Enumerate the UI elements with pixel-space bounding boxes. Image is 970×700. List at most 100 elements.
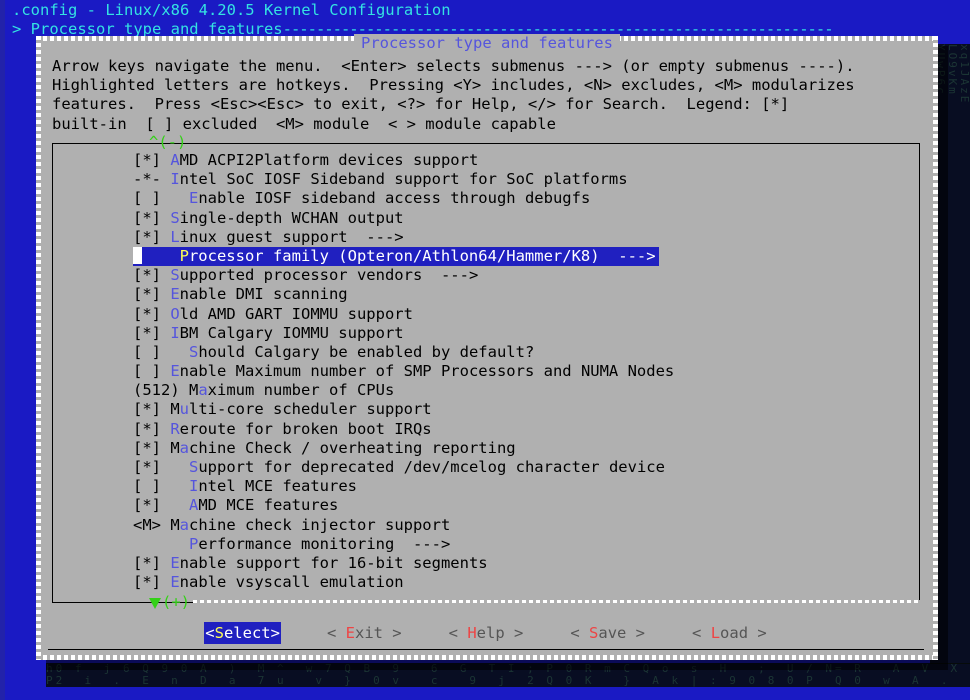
menu-item-content: [ ] Intel MCE features xyxy=(133,477,357,496)
menu-item[interactable]: (512) Maximum number of CPUs xyxy=(53,381,919,400)
menu-item-hotkey: P xyxy=(189,535,198,553)
menu-item-content: [*] Old AMD GART IOMMU support xyxy=(133,305,413,324)
menu-item-content: [*] Single-depth WCHAN output xyxy=(133,209,404,228)
menu-item-hotkey: P xyxy=(180,247,189,265)
dialog-border-right xyxy=(933,36,938,660)
menu-item-hotkey: L xyxy=(170,228,179,246)
menu-item-hotkey: A xyxy=(170,151,179,169)
menu-item-content: [ ] Enable IOSF sideband access through … xyxy=(133,189,590,208)
menu-item-hotkey: I xyxy=(170,170,179,188)
menu-item-hotkey: S xyxy=(189,343,198,361)
cursor-block xyxy=(133,247,142,264)
menu-item-content: [*] Multi-core scheduler support xyxy=(133,400,432,419)
menu-item-hotkey: R xyxy=(170,420,179,438)
menu-item[interactable]: [*] Multi-core scheduler support xyxy=(53,400,919,419)
menu-item-hotkey: E xyxy=(170,554,179,572)
menu-item-hotkey: S xyxy=(189,458,198,476)
menu-item[interactable]: -*- Intel SoC IOSF Sideband support for … xyxy=(53,170,919,189)
menu-item[interactable]: [*] Reroute for broken boot IRQs xyxy=(53,420,919,439)
menu-item-hotkey: S xyxy=(170,209,179,227)
menu-item-hotkey: O xyxy=(170,305,179,323)
menu-item-content: [ ] Enable Maximum number of SMP Process… xyxy=(133,362,674,381)
menu-item[interactable]: [*] Enable vsyscall emulation xyxy=(53,573,919,592)
menu-item-content: (512) Maximum number of CPUs xyxy=(133,381,394,400)
menu-item[interactable]: [*] Single-depth WCHAN output xyxy=(53,209,919,228)
button-hotkey: S xyxy=(589,624,598,642)
config-title: .config - Linux/x86 4.20.5 Kernel Config… xyxy=(12,1,451,20)
menu-item[interactable]: [*] Supported processor vendors ---> xyxy=(53,266,919,285)
button-bar: <Select> < Exit > < Help > < Save > < Load > xyxy=(52,620,920,646)
menu-item[interactable]: [*] IBM Calgary IOMMU support xyxy=(53,324,919,343)
menu-item-content: [*] Support for deprecated /dev/mcelog c… xyxy=(133,458,665,477)
button-select[interactable]: <Select> xyxy=(204,622,281,644)
menu-item-hotkey: E xyxy=(189,189,198,207)
menu-list: [*] AMD ACPI2Platform devices support-*-… xyxy=(53,151,919,592)
button-load[interactable]: < Load > xyxy=(691,622,768,644)
menu-item-hotkey: I xyxy=(189,477,198,495)
menu-item-content: [*] Enable support for 16-bit segments xyxy=(133,554,488,573)
menu-item-content: Processor family (Opteron/Athlon64/Hamme… xyxy=(133,247,659,266)
menu-item-content: -*- Intel SoC IOSF Sideband support for … xyxy=(133,170,628,189)
menu-item[interactable]: [ ] Enable IOSF sideband access through … xyxy=(53,189,919,208)
menu-item-hotkey: I xyxy=(170,324,179,342)
menu-item-content: [ ] Should Calgary be enabled by default… xyxy=(133,343,534,362)
menu-item[interactable]: [*] Machine Check / overheating reportin… xyxy=(53,439,919,458)
dialog-help-text: Arrow keys navigate the menu. <Enter> se… xyxy=(52,57,855,134)
menu-item[interactable]: Performance monitoring ---> xyxy=(53,535,919,554)
menu-item-content: [*] Reroute for broken boot IRQs xyxy=(133,420,432,439)
menu-item[interactable]: [*] Support for deprecated /dev/mcelog c… xyxy=(53,458,919,477)
menu-item-hotkey: E xyxy=(170,573,179,591)
scroll-up-indicator[interactable]: ^(-) xyxy=(149,133,186,152)
menu-item-content: [*] IBM Calgary IOMMU support xyxy=(133,324,404,343)
menu-item-content: [*] Enable vsyscall emulation xyxy=(133,573,404,592)
button-save[interactable]: < Save > xyxy=(569,622,646,644)
screen-left-edge xyxy=(0,0,5,700)
button-hotkey: E xyxy=(346,624,355,642)
scroll-down-indicator[interactable]: (+) xyxy=(149,593,190,612)
menu-item[interactable]: Processor family (Opteron/Athlon64/Hamme… xyxy=(53,247,919,266)
menu-list-box[interactable]: ^(-) [*] AMD ACPI2Platform devices suppo… xyxy=(52,143,920,603)
menu-item[interactable]: <M> Machine check injector support xyxy=(53,516,919,535)
menu-item[interactable]: [ ] Intel MCE features xyxy=(53,477,919,496)
menu-item-content: [*] AMD ACPI2Platform devices support xyxy=(133,151,478,170)
menu-item[interactable]: [*] Enable DMI scanning xyxy=(53,285,919,304)
menu-item-content: <M> Machine check injector support xyxy=(133,516,450,535)
menu-item-hotkey: A xyxy=(189,496,198,514)
button-hotkey: L xyxy=(711,624,720,642)
menu-item-hotkey: S xyxy=(170,266,179,284)
menu-item[interactable]: [ ] Enable Maximum number of SMP Process… xyxy=(53,362,919,381)
menu-item[interactable]: [*] Enable support for 16-bit segments xyxy=(53,554,919,573)
menu-item-hotkey: a xyxy=(198,381,207,399)
menu-item-hotkey: u xyxy=(180,400,189,418)
button-bar-separator-bottom xyxy=(48,649,924,650)
button-exit[interactable]: < Exit > xyxy=(326,622,403,644)
menu-item[interactable]: [*] AMD ACPI2Platform devices support xyxy=(53,151,919,170)
terminal-screen: .config - Linux/x86 4.20.5 Kernel Config… xyxy=(0,0,970,700)
menu-item-content: [*] AMD MCE features xyxy=(133,496,338,515)
menu-item-content: [*] Linux guest support ---> xyxy=(133,228,404,247)
button-hotkey: S xyxy=(215,624,224,642)
breadcrumb-prefix: > xyxy=(12,20,31,38)
button-bar-separator-top xyxy=(48,614,924,615)
menu-item[interactable]: [*] Old AMD GART IOMMU support xyxy=(53,305,919,324)
button-help[interactable]: < Help > xyxy=(448,622,525,644)
menu-item[interactable]: [ ] Should Calgary be enabled by default… xyxy=(53,343,919,362)
dialog-border-left xyxy=(36,36,41,660)
menu-item-content: [*] Supported processor vendors ---> xyxy=(133,266,478,285)
menu-item-content: Performance monitoring ---> xyxy=(133,535,450,554)
dialog-title: Processor type and features xyxy=(36,34,938,53)
scroll-down-arrow-icon xyxy=(149,598,161,609)
menu-item-hotkey: E xyxy=(170,362,179,380)
menu-item-content: [*] Enable DMI scanning xyxy=(133,285,348,304)
dialog-title-label: Processor type and features xyxy=(354,34,620,52)
menu-item[interactable]: [*] Linux guest support ---> xyxy=(53,228,919,247)
dialog-border-bottom xyxy=(36,655,938,660)
menu-item-hotkey: E xyxy=(170,285,179,303)
button-hotkey: H xyxy=(467,624,476,642)
menu-item[interactable]: [*] AMD MCE features xyxy=(53,496,919,515)
menu-item-hotkey: a xyxy=(180,439,189,457)
scroll-down-rule xyxy=(193,600,921,603)
menu-item-hotkey: a xyxy=(180,516,189,534)
menuconfig-dialog: Processor type and features Arrow keys n… xyxy=(36,36,938,660)
menu-item-content: [*] Machine Check / overheating reportin… xyxy=(133,439,516,458)
